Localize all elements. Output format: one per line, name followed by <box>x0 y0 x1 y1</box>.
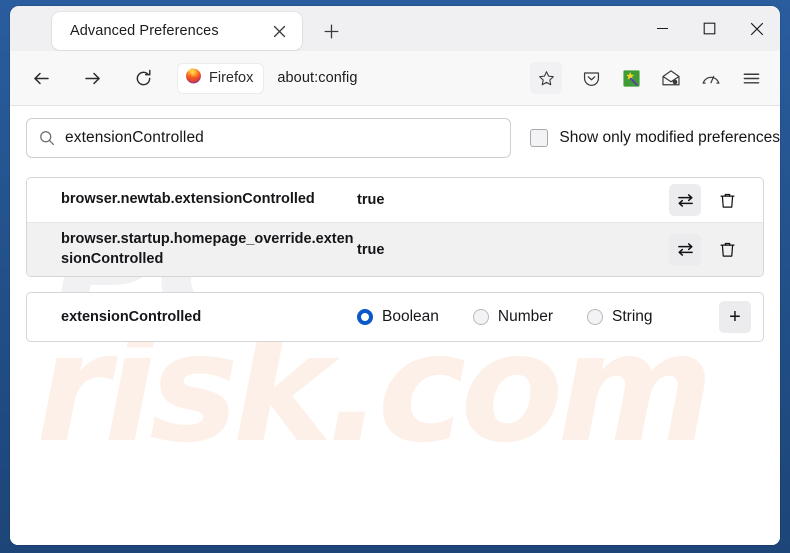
preference-name: browser.startup.homepage_override.extens… <box>61 231 354 267</box>
radio-boolean-icon[interactable] <box>357 309 373 326</box>
preference-value: true <box>357 241 385 258</box>
hamburger-menu-icon[interactable] <box>734 61 768 95</box>
search-row: extensionControlled Show only modified p… <box>10 106 780 158</box>
radio-string-label: String <box>612 308 653 326</box>
add-preference-table: extensionControlled Boolean Number Strin… <box>26 292 764 343</box>
preference-value: true <box>357 192 385 208</box>
extension-magic-wand-icon[interactable] <box>614 61 648 95</box>
browser-tab[interactable]: Advanced Preferences <box>52 12 302 50</box>
toolbar-icon-group <box>568 61 780 95</box>
identity-chip[interactable]: Firefox <box>178 63 264 93</box>
about-config-page: PC risk.com extensionControlled <box>10 106 780 545</box>
search-icon <box>39 130 55 146</box>
toggle-icon[interactable] <box>669 233 701 266</box>
navigation-toolbar: Firefox about:config <box>10 51 780 106</box>
bookmark-star-icon[interactable] <box>530 62 562 94</box>
tab-title: Advanced Preferences <box>70 23 219 39</box>
trash-icon[interactable] <box>711 184 743 216</box>
radio-number-label: Number <box>497 308 554 326</box>
add-preference-row: extensionControlled Boolean Number Strin… <box>27 293 763 341</box>
preference-name: browser.newtab.extensionControlled <box>61 191 315 208</box>
close-icon[interactable] <box>266 18 292 44</box>
pocket-icon[interactable] <box>574 61 608 95</box>
show-modified-label: Show only modified preferences <box>559 129 780 146</box>
table-row[interactable]: browser.startup.homepage_override.extens… <box>27 222 763 277</box>
content-layer: extensionControlled Show only modified p… <box>10 106 780 343</box>
watermark-line-2: risk.com <box>36 302 714 476</box>
type-option-number[interactable]: Number <box>472 308 554 326</box>
add-preference-button[interactable]: + <box>719 301 751 334</box>
toggle-icon[interactable] <box>669 184 701 216</box>
back-arrow-icon[interactable] <box>24 61 58 95</box>
minimize-button[interactable] <box>639 6 686 51</box>
tab-list: Advanced Preferences <box>52 12 302 50</box>
type-option-string[interactable]: String <box>587 308 653 326</box>
radio-number-icon[interactable] <box>472 309 489 326</box>
radio-string-icon[interactable] <box>587 309 604 326</box>
table-row[interactable]: browser.newtab.extensionControlled true <box>27 178 763 222</box>
preferences-table: browser.newtab.extensionControlled true <box>26 177 764 278</box>
reload-icon[interactable] <box>126 61 160 95</box>
window-controls <box>639 6 780 51</box>
firefox-logo-icon <box>185 67 202 89</box>
browser-window: Advanced Preferences Firefox about:confi… <box>10 6 780 545</box>
maximize-button[interactable] <box>686 6 733 51</box>
row-actions <box>669 233 755 266</box>
show-modified-checkbox[interactable] <box>530 129 549 147</box>
url-text: about:config <box>277 70 358 86</box>
address-bar[interactable]: Firefox about:config <box>178 60 530 96</box>
new-preference-name: extensionControlled <box>61 309 202 326</box>
tab-strip: Advanced Preferences <box>10 6 780 51</box>
identity-brand-label: Firefox <box>209 70 254 86</box>
close-window-button[interactable] <box>733 6 780 51</box>
search-input-value: extensionControlled <box>65 129 204 146</box>
trash-icon[interactable] <box>711 234 743 266</box>
radio-boolean-label: Boolean <box>382 308 439 326</box>
new-tab-button[interactable] <box>317 17 346 46</box>
show-modified-preferences-toggle[interactable]: Show only modified preferences <box>530 129 780 147</box>
os-window-frame: Advanced Preferences Firefox about:confi… <box>0 0 790 553</box>
mail-icon[interactable] <box>654 61 688 95</box>
forward-arrow-icon[interactable] <box>75 61 109 95</box>
search-input[interactable]: extensionControlled <box>26 118 512 158</box>
row-actions <box>669 184 755 216</box>
type-option-boolean[interactable]: Boolean <box>357 308 439 326</box>
speedometer-icon[interactable] <box>694 61 728 95</box>
